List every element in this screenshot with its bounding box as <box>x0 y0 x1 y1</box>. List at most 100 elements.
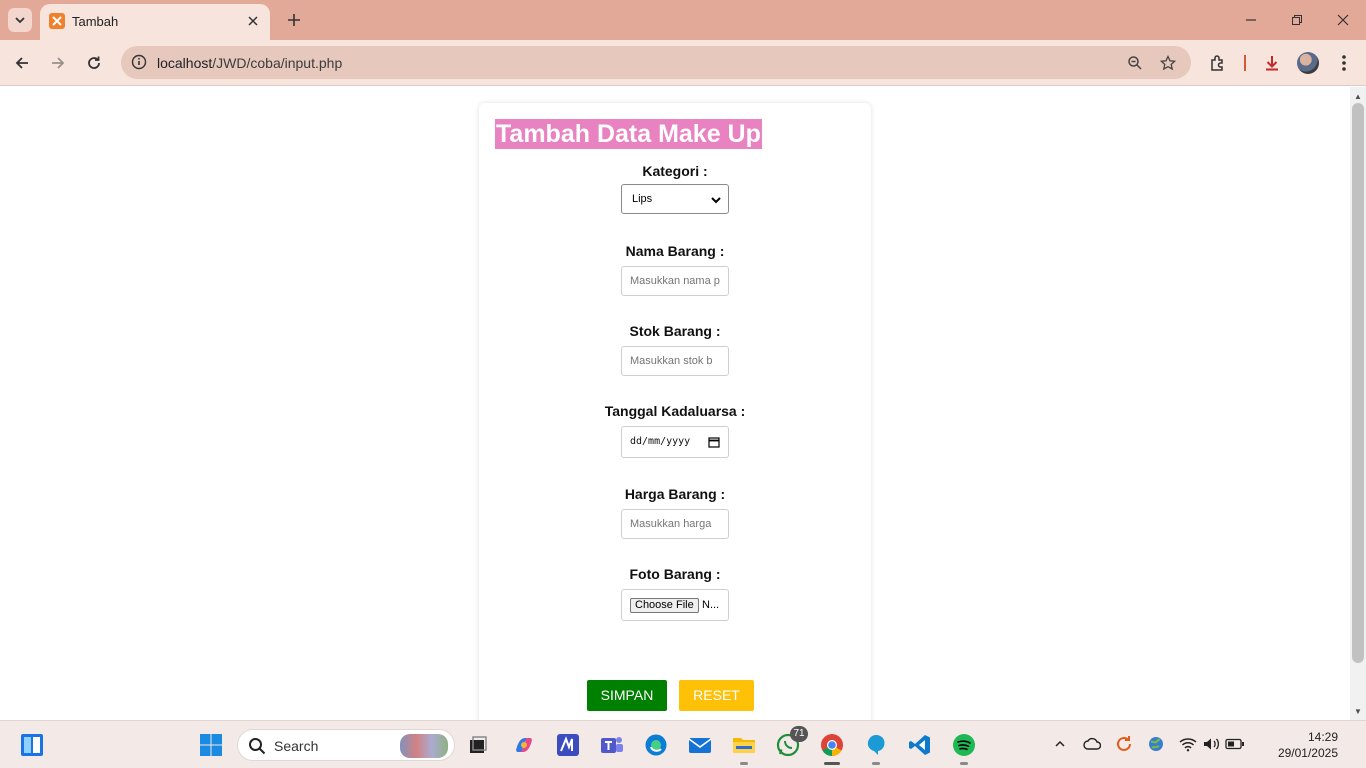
windows-logo-icon <box>200 734 222 756</box>
arrow-right-icon <box>52 57 65 69</box>
downloads-button[interactable] <box>1259 50 1285 76</box>
app-button-blue[interactable] <box>860 729 892 765</box>
scroll-down-arrow-icon[interactable]: ▼ <box>1350 704 1366 718</box>
simpan-button[interactable]: SIMPAN <box>587 680 667 711</box>
browser-tab[interactable]: Tambah <box>40 4 270 40</box>
forward-button[interactable] <box>44 49 72 77</box>
cloud-sync-tray-icon[interactable] <box>1081 733 1103 755</box>
stok-barang-input[interactable]: Masukkan stok b <box>621 346 729 376</box>
whatsapp-button[interactable]: 71 <box>772 726 808 761</box>
calendar-icon[interactable] <box>708 436 720 448</box>
search-highlight-image <box>400 734 448 758</box>
widgets-icon <box>21 734 43 756</box>
app-button-ma[interactable] <box>552 729 584 761</box>
site-info-icon[interactable] <box>129 52 149 72</box>
spotify-icon <box>953 734 975 756</box>
windows-taskbar: Search 71 14:29 29/01/2025 <box>0 720 1366 768</box>
vscode-button[interactable] <box>904 729 936 761</box>
vscode-icon <box>909 735 930 755</box>
bookmark-button[interactable] <box>1157 52 1179 74</box>
chevron-down-icon <box>15 17 25 24</box>
mail-icon <box>688 738 712 753</box>
xampp-favicon-icon <box>49 13 65 29</box>
zoom-out-icon <box>1128 56 1142 70</box>
start-button[interactable] <box>195 729 227 761</box>
page-title: Tambah Data Make Up <box>495 119 762 149</box>
reset-button[interactable]: RESET <box>679 680 754 711</box>
scroll-up-arrow-icon[interactable]: ▲ <box>1350 89 1366 103</box>
tab-title: Tambah <box>72 14 119 29</box>
clock-date: 29/01/2025 <box>1277 746 1338 760</box>
harga-placeholder: Masukkan harga <box>630 518 712 530</box>
tab-search-button[interactable] <box>8 8 32 32</box>
edge-button[interactable] <box>640 729 672 761</box>
back-button[interactable] <box>8 49 36 77</box>
spotify-button[interactable] <box>948 729 980 765</box>
app-blue-icon <box>867 735 885 755</box>
extensions-button[interactable] <box>1205 50 1231 76</box>
reload-button[interactable] <box>80 49 108 77</box>
show-hidden-icons-button[interactable] <box>1049 733 1071 755</box>
volume-icon[interactable] <box>1200 733 1222 755</box>
folder-icon <box>733 738 755 753</box>
taskbar-search-box[interactable]: Search <box>237 729 455 761</box>
address-bar[interactable]: localhost/JWD/coba/input.php <box>121 46 1191 79</box>
puzzle-icon <box>1211 55 1223 71</box>
profile-button[interactable] <box>1295 50 1321 76</box>
kategori-label: Kategori : <box>642 163 708 179</box>
minimize-button[interactable] <box>1228 0 1274 40</box>
restore-icon <box>1292 15 1302 25</box>
wifi-icon[interactable] <box>1177 733 1199 755</box>
widgets-button[interactable] <box>16 729 48 761</box>
page-viewport: Tambah Data Make Up Kategori : Lips Nama… <box>0 87 1350 720</box>
harga-barang-input[interactable]: Masukkan harga <box>621 509 729 539</box>
stok-placeholder: Masukkan stok b <box>630 355 713 367</box>
stok-field: Stok Barang : Masukkan stok b <box>479 322 871 376</box>
chevron-up-icon <box>1055 740 1065 747</box>
task-view-button[interactable] <box>462 729 494 761</box>
battery-icon[interactable] <box>1224 733 1246 755</box>
file-status-text: N... <box>702 599 720 611</box>
star-icon <box>1160 55 1176 71</box>
foto-label: Foto Barang : <box>629 566 721 582</box>
running-indicator <box>872 762 880 765</box>
new-tab-button[interactable] <box>282 8 306 32</box>
nama-barang-input[interactable]: Masukkan nama pr <box>621 266 729 296</box>
clock-time: 14:29 <box>1307 730 1338 744</box>
chrome-icon <box>821 734 843 756</box>
form-card: Tambah Data Make Up Kategori : Lips Nama… <box>479 103 871 720</box>
chrome-button[interactable] <box>816 729 848 765</box>
task-view-icon <box>470 736 487 753</box>
tab-close-button[interactable] <box>244 12 262 30</box>
search-icon <box>249 738 266 755</box>
harga-label: Harga Barang : <box>624 486 726 502</box>
avatar <box>1297 52 1319 74</box>
system-clock[interactable]: 14:29 29/01/2025 <box>1254 729 1338 761</box>
restore-button[interactable] <box>1274 0 1320 40</box>
kategori-field: Kategori : Lips <box>479 162 871 214</box>
close-window-button[interactable] <box>1320 0 1366 40</box>
page-scrollbar[interactable]: ▲ ▼ <box>1350 87 1366 720</box>
tanggal-field: Tanggal Kadaluarsa : dd/mm/yyyy <box>479 402 871 458</box>
tanggal-label: Tanggal Kadaluarsa : <box>604 403 746 419</box>
mail-button[interactable] <box>684 729 716 761</box>
edge-icon <box>645 734 667 756</box>
toolbar-divider <box>1244 55 1246 71</box>
scrollbar-thumb[interactable] <box>1352 103 1364 663</box>
download-icon <box>1266 56 1278 71</box>
teams-button[interactable] <box>596 729 628 761</box>
globe-tray-icon[interactable] <box>1145 733 1167 755</box>
file-explorer-button[interactable] <box>728 729 760 765</box>
url-text: localhost/JWD/coba/input.php <box>157 55 342 71</box>
menu-button[interactable] <box>1331 50 1357 76</box>
whatsapp-unread-badge: 71 <box>790 726 808 742</box>
choose-file-button[interactable]: Choose File <box>630 598 699 613</box>
zoom-button[interactable] <box>1124 52 1146 74</box>
kategori-select[interactable]: Lips <box>621 184 729 214</box>
copilot-button[interactable] <box>508 729 540 761</box>
date-format-value: dd/mm/yyyy <box>630 436 691 447</box>
close-icon <box>248 16 258 26</box>
plus-icon <box>288 14 300 26</box>
update-tray-icon[interactable] <box>1113 733 1135 755</box>
tanggal-kadaluarsa-input[interactable]: dd/mm/yyyy <box>621 426 729 458</box>
